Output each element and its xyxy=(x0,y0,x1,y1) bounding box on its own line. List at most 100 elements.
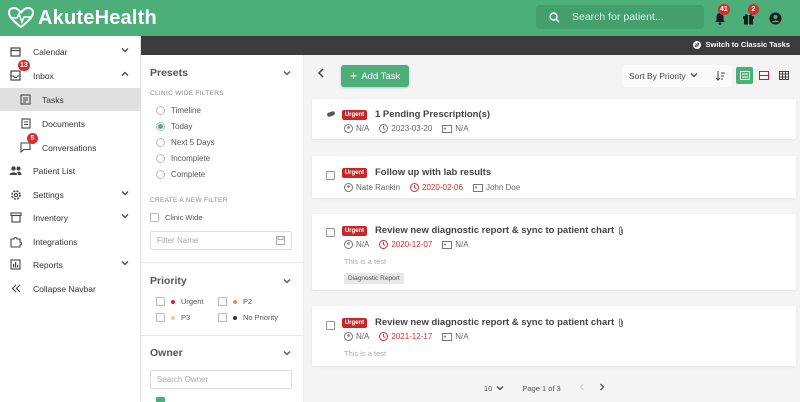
patient-search[interactable]: Search for patient... xyxy=(536,5,704,29)
checkbox[interactable] xyxy=(156,297,165,306)
page-indicator: Page 1 of 3 xyxy=(522,383,561,393)
double-chevron-left-icon xyxy=(9,282,22,295)
gift-icon[interactable]: 2 xyxy=(739,4,759,27)
task-tag[interactable]: Diagnostic Report xyxy=(344,273,404,284)
checkbox[interactable] xyxy=(218,313,227,322)
task-description: This is a test xyxy=(344,257,387,266)
task-title[interactable]: Review new diagnostic report & sync to p… xyxy=(375,225,624,236)
sidebar-item-documents[interactable]: Documents xyxy=(0,112,141,135)
priority-urgent[interactable]: Urgent xyxy=(156,297,204,306)
priority-label: P2 xyxy=(243,297,253,306)
priority-p2[interactable]: P2 xyxy=(218,297,252,306)
chevron-left-icon[interactable] xyxy=(317,68,325,80)
sidebar-item-patient-list[interactable]: Patient List xyxy=(0,159,141,182)
preset-incomplete[interactable]: Incomplete xyxy=(156,154,210,163)
inbox-badge: 13 xyxy=(18,60,30,71)
checkbox[interactable] xyxy=(150,213,159,222)
task-card[interactable]: Urgent Review new diagnostic report & sy… xyxy=(312,306,796,366)
chevron-down-icon xyxy=(121,212,129,222)
sidebar-item-reports[interactable]: Reports xyxy=(0,253,141,276)
clock-icon xyxy=(410,183,420,192)
radio-button[interactable] xyxy=(156,138,165,147)
presets-title: Presets xyxy=(150,67,188,79)
task-checkbox[interactable] xyxy=(326,228,335,237)
next-page-icon[interactable] xyxy=(599,383,605,393)
page-size-select[interactable]: 10 xyxy=(484,384,504,393)
task-card[interactable]: Urgent Review new diagnostic report & sy… xyxy=(312,214,796,290)
owner-search-placeholder: Search Owner xyxy=(157,375,209,384)
clinic-wide-label: Clinic Wide xyxy=(165,213,203,222)
document-icon xyxy=(19,117,32,130)
account-icon[interactable] xyxy=(766,9,784,27)
notifications-badge: 41 xyxy=(718,4,730,15)
p2-dot-icon xyxy=(233,299,237,304)
sort-order-icon[interactable] xyxy=(715,70,726,83)
preset-complete[interactable]: Complete xyxy=(156,170,205,179)
task-checkbox[interactable] xyxy=(326,321,335,330)
previous-page-icon[interactable] xyxy=(579,383,585,393)
radio-button[interactable] xyxy=(156,122,165,131)
sort-dropdown[interactable]: Sort By Priority xyxy=(622,65,732,87)
clock-icon xyxy=(379,240,389,249)
owner-search-input[interactable]: Search Owner xyxy=(150,370,292,389)
akute-logo[interactable]: AkuteHealth xyxy=(8,6,157,30)
notifications-icon[interactable]: 41 xyxy=(711,4,730,27)
clock-icon xyxy=(379,124,389,133)
checkbox[interactable] xyxy=(218,297,227,306)
chevron-down-icon[interactable] xyxy=(283,277,291,287)
task-title[interactable]: 1 Pending Prescription(s) xyxy=(375,109,490,120)
filter-name-field[interactable]: Filter Name xyxy=(150,231,292,250)
priority-no-priority[interactable]: No Priority xyxy=(218,313,278,322)
chevron-down-icon xyxy=(496,386,504,391)
clinic-wide-checkbox[interactable]: Clinic Wide xyxy=(150,213,203,222)
task-card[interactable]: Urgent 1 Pending Prescription(s) N/A 202… xyxy=(312,99,796,139)
checkbox[interactable] xyxy=(156,397,165,402)
preset-today[interactable]: Today xyxy=(156,122,192,131)
owner-option[interactable] xyxy=(156,397,171,402)
sidebar-label-tasks: Tasks xyxy=(42,94,64,105)
checkbox[interactable] xyxy=(156,313,165,322)
add-task-button[interactable]: + Add Task xyxy=(341,65,409,87)
radio-button[interactable] xyxy=(156,154,165,163)
task-title[interactable]: Follow up with lab results xyxy=(375,167,491,178)
sidebar-label-collapse: Collapse Navbar xyxy=(33,283,96,294)
task-toolbar: + Add Task Sort By Priority xyxy=(304,55,800,95)
board-view-icon[interactable] xyxy=(755,67,772,84)
task-owner: Nate Rankin xyxy=(344,183,400,192)
task-list-area: + Add Task Sort By Priority Urgent 1 Pen… xyxy=(304,55,800,402)
conversations-badge: 5 xyxy=(27,133,38,144)
brand-name: AkuteHealth xyxy=(38,6,157,29)
collapse-navbar-button[interactable]: Collapse Navbar xyxy=(0,277,141,300)
sidebar-item-conversations[interactable]: 5 Conversations xyxy=(0,133,141,159)
radio-button[interactable] xyxy=(156,170,165,179)
preset-timeline[interactable]: Timeline xyxy=(156,106,201,115)
no-priority-dot-icon xyxy=(233,315,237,320)
task-owner: N/A xyxy=(344,124,369,133)
sidebar-label-reports: Reports xyxy=(33,259,63,270)
task-card[interactable]: Urgent Follow up with lab results Nate R… xyxy=(312,156,796,198)
switch-to-classic-button[interactable]: Switch to Classic Tasks xyxy=(692,40,790,49)
sidebar-item-inventory[interactable]: Inventory xyxy=(0,206,141,229)
clinic-wide-caption: CLINIC WIDE FILTERS xyxy=(150,90,224,97)
save-icon[interactable] xyxy=(276,236,285,247)
classic-switch-bar: Switch to Classic Tasks xyxy=(141,36,800,55)
urgent-badge: Urgent xyxy=(342,168,367,178)
task-checkbox[interactable] xyxy=(326,171,335,180)
table-view-icon[interactable] xyxy=(775,67,792,84)
chevron-down-icon[interactable] xyxy=(283,69,291,79)
sidebar-item-tasks[interactable]: Tasks xyxy=(0,88,141,111)
list-view-icon[interactable] xyxy=(736,67,753,84)
filter-name-placeholder: Filter Name xyxy=(157,236,199,245)
task-title[interactable]: Review new diagnostic report & sync to p… xyxy=(375,317,624,328)
chevron-down-icon[interactable] xyxy=(283,349,291,359)
sidebar-item-inbox[interactable]: 13 Inbox xyxy=(0,60,141,87)
preset-label: Timeline xyxy=(171,106,201,115)
sidebar-item-settings[interactable]: Settings xyxy=(0,183,141,206)
sidebar-item-integrations[interactable]: Integrations xyxy=(0,230,141,253)
switch-icon xyxy=(692,40,701,49)
preset-next-5-days[interactable]: Next 5 Days xyxy=(156,138,215,147)
radio-button[interactable] xyxy=(156,106,165,115)
search-input[interactable]: Search for patient... xyxy=(572,11,664,23)
sidebar-label-conversations: Conversations xyxy=(42,142,97,153)
priority-p3[interactable]: P3 xyxy=(156,313,190,322)
